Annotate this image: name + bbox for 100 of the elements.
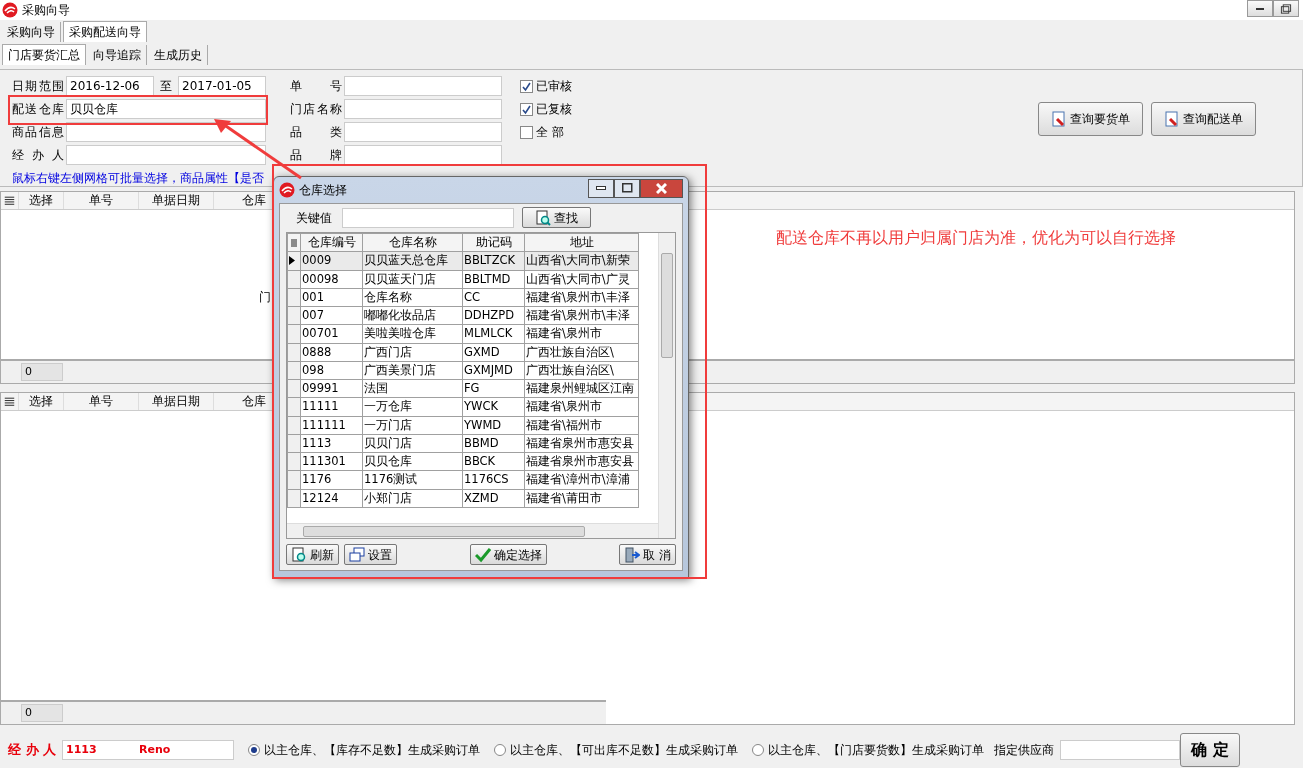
check-icon xyxy=(474,546,491,563)
dialog-button[interactable]: 设置 xyxy=(344,544,397,565)
column-header: 选择 xyxy=(19,393,64,410)
field-label: 至 xyxy=(160,78,172,95)
table-cell: 福建省\泉州市 xyxy=(524,397,639,416)
table-cell: 11111 xyxy=(300,397,363,416)
minimize-button[interactable] xyxy=(588,178,614,198)
field-label: 品 牌 xyxy=(290,147,342,164)
search-icon xyxy=(291,546,307,563)
dialog-button[interactable]: 确定选择 xyxy=(469,544,547,565)
query-button[interactable]: 查询配送单 xyxy=(1151,102,1256,136)
column-header: 单号 xyxy=(64,192,139,209)
table-cell: 仓库名称 xyxy=(362,288,463,307)
maximize-button[interactable] xyxy=(614,178,640,198)
field-label: 单 号 xyxy=(290,78,342,95)
text-field[interactable] xyxy=(344,145,502,165)
table-cell: 美啦美啦仓库 xyxy=(362,324,463,343)
radio-button[interactable] xyxy=(752,744,765,756)
table-cell: 福建省\莆田市 xyxy=(524,489,639,508)
horizontal-scrollbar[interactable] xyxy=(287,523,658,538)
current-row-icon xyxy=(289,256,295,266)
field-label: 商品信息 xyxy=(12,124,64,141)
table-cell: 广西门店 xyxy=(362,343,463,362)
minimize-icon xyxy=(1256,7,1264,10)
tab[interactable]: 生成历史 xyxy=(149,44,208,65)
table-cell: 广西壮族自治区\ xyxy=(524,361,639,380)
checkbox-label: 全 部 xyxy=(536,124,564,141)
restore-icon xyxy=(1280,2,1292,15)
dialog-button[interactable]: 刷新 xyxy=(286,544,339,565)
keyword-field[interactable] xyxy=(342,207,514,228)
field-label: 经 办 人 xyxy=(12,147,64,164)
exit-icon xyxy=(624,546,641,563)
supplier-field[interactable] xyxy=(1060,740,1181,760)
minimize-button[interactable] xyxy=(1247,0,1273,17)
tab[interactable]: 采购配送向导 xyxy=(63,21,147,42)
app-logo-icon xyxy=(279,182,295,198)
table-cell: 007 xyxy=(300,306,363,325)
window-title: 采购向导 xyxy=(22,2,70,19)
column-header: 单号 xyxy=(64,393,139,410)
checkbox-label: 已审核 xyxy=(536,78,572,95)
tab[interactable]: 门店要货汇总 xyxy=(2,44,86,65)
date-field[interactable]: 2017-01-05 xyxy=(178,76,266,96)
handler-field[interactable] xyxy=(66,145,266,165)
table-cell: 小郑门店 xyxy=(362,489,463,508)
document-icon xyxy=(1164,111,1179,127)
tab[interactable]: 向导追踪 xyxy=(88,44,147,65)
checkbox[interactable] xyxy=(520,79,533,93)
text-field[interactable] xyxy=(344,76,502,96)
table-cell: 1113 xyxy=(300,434,363,453)
table-cell: 法国 xyxy=(362,379,463,398)
grid-empty-text: 门 xyxy=(259,289,271,306)
table-cell: CC xyxy=(462,288,525,307)
close-icon xyxy=(656,182,667,194)
table-cell: 一万门店 xyxy=(362,416,463,435)
table-cell: GXMJMD xyxy=(462,361,525,380)
warehouse-field[interactable]: 贝贝仓库 xyxy=(66,99,266,119)
handler-name: Reno xyxy=(139,741,171,758)
table-cell: FG xyxy=(462,379,525,398)
annotation-text: 配送仓库不再以用户归属门店为准，优化为可以自行选择 xyxy=(776,227,1176,249)
tab[interactable]: 采购向导 xyxy=(2,21,61,42)
table-cell: DDHZPD xyxy=(462,306,525,325)
checkbox[interactable] xyxy=(520,102,533,116)
column-menu-icon xyxy=(289,236,299,249)
document-icon xyxy=(1051,111,1066,127)
search-icon xyxy=(535,209,551,226)
table-cell: 111301 xyxy=(300,452,363,471)
table-cell: 嘟嘟化妆品店 xyxy=(362,306,463,325)
field-label: 关键值 xyxy=(296,209,332,227)
table-cell: BBLTMD xyxy=(462,270,525,289)
hint-text: 鼠标右键左侧网格可批量选择，商品属性【是否 xyxy=(12,170,265,187)
restore-button[interactable] xyxy=(1273,0,1299,17)
scroll-thumb[interactable] xyxy=(303,526,585,537)
scroll-thumb[interactable] xyxy=(661,253,673,358)
dialog-button[interactable]: 取 消 xyxy=(619,544,676,565)
vertical-scrollbar[interactable] xyxy=(658,233,675,538)
table-cell: 1176测试 xyxy=(362,470,463,489)
field-label: 日期范围 xyxy=(12,78,64,95)
column-header: 仓库名称 xyxy=(362,233,463,252)
handler-field[interactable]: 1113 Reno xyxy=(62,740,235,760)
table-cell: 00701 xyxy=(300,324,363,343)
field-label: 门店名称 xyxy=(290,101,342,118)
radio-button[interactable] xyxy=(494,744,507,756)
table-cell: YWCK xyxy=(462,397,525,416)
table-cell: 001 xyxy=(300,288,363,307)
table-cell: 福建省泉州市惠安县 xyxy=(524,434,639,453)
table-cell: 一万仓库 xyxy=(362,397,463,416)
table-cell: 广西美景门店 xyxy=(362,361,463,380)
text-field[interactable] xyxy=(344,122,502,142)
table-cell: 1176 xyxy=(300,470,363,489)
table-cell: 广西壮族自治区\ xyxy=(524,343,639,362)
confirm-button[interactable]: 确 定 xyxy=(1180,733,1240,767)
query-button[interactable]: 查询要货单 xyxy=(1038,102,1143,136)
row-count: 0 xyxy=(21,704,63,722)
radio-button[interactable] xyxy=(248,744,261,756)
search-button[interactable]: 查找 xyxy=(522,207,591,228)
checkbox[interactable] xyxy=(520,125,533,139)
date-field[interactable]: 2016-12-06 xyxy=(66,76,154,96)
text-field[interactable] xyxy=(344,99,502,119)
column-header: 地址 xyxy=(524,233,639,252)
close-button[interactable] xyxy=(640,178,683,198)
